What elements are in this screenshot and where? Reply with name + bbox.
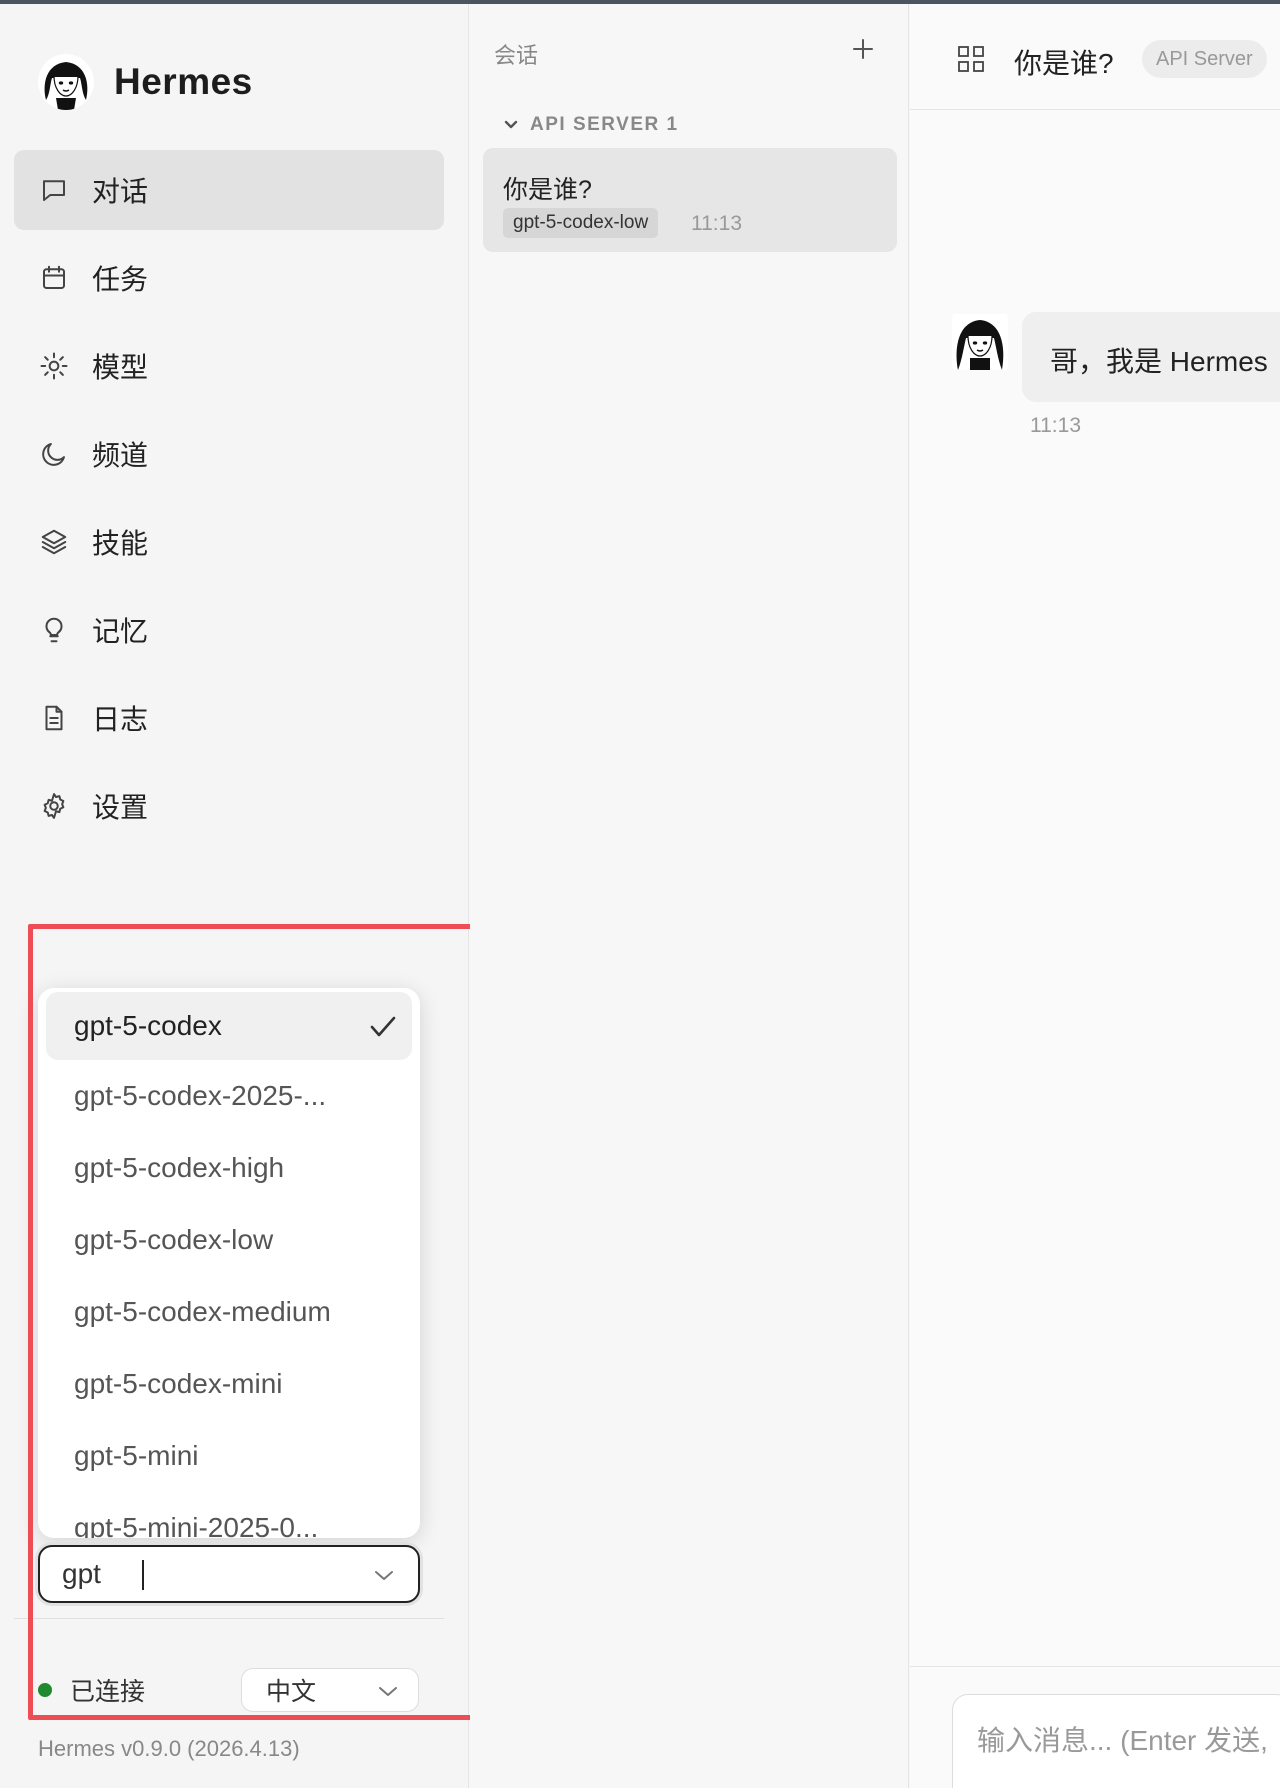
chevron-down-icon[interactable] — [372, 1563, 396, 1587]
sidebar-item-channels[interactable]: 频道 — [14, 414, 444, 494]
model-option[interactable]: gpt-5-codex-2025-... — [38, 1060, 420, 1132]
model-option-label: gpt-5-codex-2025-... — [74, 1080, 327, 1111]
model-option-label: gpt-5-codex-medium — [74, 1296, 331, 1327]
session-title: 你是谁? — [503, 176, 592, 204]
gear-icon — [38, 790, 70, 822]
sidebar-item-logs[interactable]: 日志 — [14, 678, 444, 758]
session-item[interactable]: 你是谁? gpt-5-codex-low 11:13 — [483, 148, 897, 252]
layers-icon — [38, 526, 70, 558]
sidebar-item-memory[interactable]: 记忆 — [14, 590, 444, 670]
sidebar-item-label: 模型 — [92, 352, 149, 383]
new-session-icon[interactable] — [850, 36, 876, 62]
sidebar-nav: 对话 任务 模型 频道 技能 记忆 日志 设置 — [14, 150, 444, 854]
assistant-avatar — [952, 314, 1008, 370]
moon-icon — [38, 438, 70, 470]
text-caret — [142, 1560, 144, 1590]
sidebar-item-label: 频道 — [92, 440, 149, 471]
brand: Hermes — [38, 54, 253, 110]
model-option[interactable]: gpt-5-codex-mini — [38, 1348, 420, 1420]
model-option[interactable]: gpt-5-mini — [38, 1420, 420, 1492]
assistant-message-text: 哥，我是 Hermes — [1050, 346, 1268, 377]
status-dot-icon — [38, 1683, 52, 1697]
sidebar-item-label: 设置 — [92, 792, 149, 823]
model-option-label: gpt-5-codex-high — [74, 1152, 285, 1183]
sidebar-item-settings[interactable]: 设置 — [14, 766, 444, 846]
model-combobox[interactable] — [38, 1545, 420, 1603]
checkmark-icon — [368, 1014, 398, 1040]
model-option-label: gpt-5-mini — [74, 1440, 199, 1471]
app-name: Hermes — [114, 61, 253, 102]
sidebar-item-skills[interactable]: 技能 — [14, 502, 444, 582]
session-group-header[interactable]: API SERVER 1 — [504, 114, 679, 136]
model-option[interactable]: gpt-5-codex-high — [38, 1132, 420, 1204]
grid-icon[interactable] — [956, 44, 986, 74]
model-option[interactable]: gpt-5-codex-medium — [38, 1276, 420, 1348]
session-group-label: API SERVER 1 — [530, 114, 679, 135]
session-model-tag: gpt-5-codex-low — [503, 208, 659, 238]
chat-icon — [38, 174, 70, 206]
sun-icon — [38, 350, 70, 382]
document-icon — [38, 702, 70, 734]
sidebar-item-label: 技能 — [92, 528, 149, 559]
language-select[interactable]: 中文 — [241, 1668, 419, 1712]
model-option-label: gpt-5-codex-low — [74, 1224, 274, 1255]
chevron-down-icon — [376, 1679, 400, 1703]
session-time: 11:13 — [691, 212, 742, 235]
lightbulb-icon — [38, 614, 70, 646]
model-dropdown-menu: gpt-5-codex gpt-5-codex-2025-... gpt-5-c… — [38, 988, 420, 1538]
composer-divider — [910, 1666, 1280, 1667]
chat-title: 你是谁? — [1014, 48, 1114, 79]
model-option[interactable]: gpt-5-codex-low — [38, 1204, 420, 1276]
connection-status: 已连接 — [38, 1672, 145, 1708]
sidebar-divider — [14, 1618, 444, 1619]
calendar-icon — [38, 262, 70, 294]
chevron-down-icon — [504, 120, 518, 129]
sessions-panel: 会话 API SERVER 1 你是谁? gpt-5-codex-low 11:… — [470, 4, 909, 1788]
app-version: Hermes v0.9.0 (2026.4.13) — [38, 1736, 300, 1761]
model-option-label: gpt-5-mini-2025-0... — [74, 1512, 319, 1538]
chat-header: 你是谁? API Server — [910, 4, 1280, 110]
sidebar-item-label: 日志 — [92, 704, 149, 735]
sessions-title: 会话 — [494, 43, 539, 68]
chat-panel: 你是谁? API Server 哥，我是 Hermes 11:13 — [910, 4, 1280, 1788]
sidebar-item-models[interactable]: 模型 — [14, 326, 444, 406]
sidebar-item-label: 对话 — [92, 176, 149, 207]
server-badge: API Server — [1142, 40, 1267, 78]
model-search-input[interactable] — [62, 1558, 362, 1590]
sidebar-item-label: 记忆 — [92, 616, 149, 647]
model-option-selected[interactable]: gpt-5-codex — [46, 992, 412, 1060]
model-option-label: gpt-5-codex-mini — [74, 1368, 283, 1399]
language-value: 中文 — [266, 1678, 317, 1706]
sidebar-item-label: 任务 — [92, 264, 149, 295]
model-option[interactable]: gpt-5-mini-2025-0... — [38, 1492, 420, 1538]
sidebar-item-chat[interactable]: 对话 — [14, 150, 444, 230]
message-input[interactable] — [977, 1725, 1280, 1757]
model-option-label: gpt-5-codex — [74, 1010, 222, 1041]
hermes-logo — [38, 54, 94, 110]
message-time: 11:13 — [1030, 414, 1081, 437]
status-label: 已连接 — [70, 1678, 146, 1706]
message-composer[interactable] — [952, 1694, 1280, 1788]
sidebar-item-tasks[interactable]: 任务 — [14, 238, 444, 318]
